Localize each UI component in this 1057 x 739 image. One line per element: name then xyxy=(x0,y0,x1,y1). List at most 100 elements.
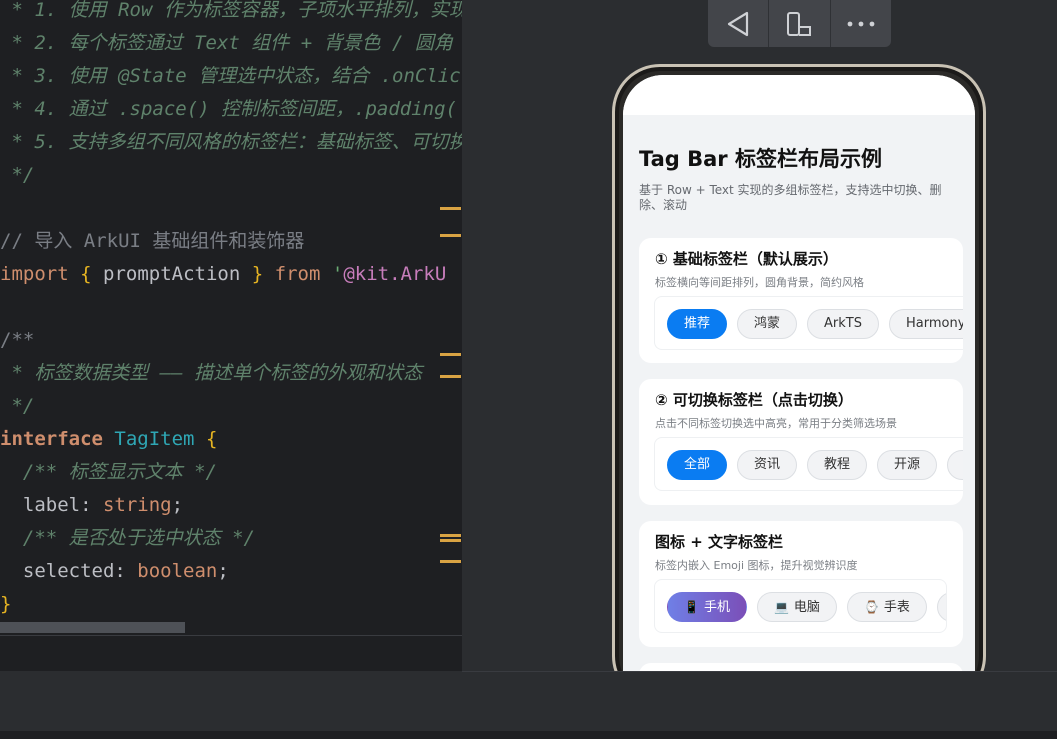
tag-more[interactable] xyxy=(936,592,946,622)
change-marker[interactable] xyxy=(440,560,461,563)
interface-name: TagItem xyxy=(114,428,195,450)
code-line-14: interface TagItem { xyxy=(0,423,217,456)
section-switch-tags: ② 可切换标签栏（点击切换） 点击不同标签切换选中高亮，常用于分类筛选场景 全部… xyxy=(639,379,963,505)
more-button[interactable] xyxy=(831,0,891,47)
device-preview-pane: Tag Bar 标签栏布局示例 基于 Row + Text 实现的多组标签栏，支… xyxy=(462,0,1057,671)
phone-icon: 📱 xyxy=(684,600,699,614)
section-basic-tags: ① 基础标签栏（默认展示） 标签横向等间距排列，圆角背景，简约风格 推荐 鸿蒙 … xyxy=(639,238,963,363)
phone-frame: Tag Bar 标签栏布局示例 基于 Row + Text 实现的多组标签栏，支… xyxy=(612,64,986,671)
code-line-19: } xyxy=(0,593,12,615)
page-subtitle: 基于 Row + Text 实现的多组标签栏，支持选中切换、删除、滚动 xyxy=(639,183,942,212)
back-button[interactable] xyxy=(708,0,770,47)
code-line-5: * 5. 支持多组不同风格的标签栏：基础标签、可切换 xyxy=(0,126,462,159)
tag-watch[interactable]: ⌚ 手表 xyxy=(846,592,927,622)
tag-recommend[interactable]: 推荐 xyxy=(667,309,728,339)
section-title: ① 基础标签栏（默认展示） xyxy=(655,250,838,268)
tag-news[interactable]: 资讯 xyxy=(737,450,798,480)
keyword-import: import xyxy=(0,263,69,285)
preview-footer xyxy=(462,671,1057,739)
tag-label: 手机 xyxy=(703,600,730,615)
section-desc: 标签内嵌入 Emoji 图标，提升视觉辨识度 xyxy=(655,559,858,572)
comment-prefix: * 4. xyxy=(0,98,58,120)
code-line-8: // 导入 ArkUI 基础组件和装饰器 xyxy=(0,230,305,252)
tag-label: 电脑 xyxy=(793,600,820,615)
code-line-6: */ xyxy=(0,164,35,186)
code-line-3: * 3. 使用 @State 管理选中状态，结合 .onClic xyxy=(0,60,461,93)
watch-icon: ⌚ xyxy=(863,600,879,614)
tag-harmonyos[interactable]: HarmonyOS xyxy=(889,309,963,339)
comment-text: 通过 .space() 控制标签间距，.padding( xyxy=(57,98,457,120)
comment-prefix: * 5. xyxy=(0,131,58,153)
editor-footer xyxy=(0,635,462,671)
change-marker[interactable] xyxy=(440,207,461,210)
tag-bar[interactable]: 📱 手机 💻 电脑 ⌚ 手表 xyxy=(654,579,947,633)
type-string: string xyxy=(102,494,172,516)
section-next xyxy=(639,663,963,671)
ide-bottom-panel xyxy=(0,671,462,739)
code-editor[interactable]: * 1. 使用 Row 作为标签容器，子项水平排列，实现 * 2. 每个标签通过… xyxy=(0,0,462,635)
tag-bar[interactable]: 全部 资讯 教程 开源 问 xyxy=(654,437,963,491)
keyword-from: from xyxy=(274,263,321,285)
comment-text: 支持多组不同风格的标签栏：基础标签、可切换 xyxy=(57,131,462,153)
code-line-11: /** xyxy=(0,329,35,351)
comment-prefix: * 1. xyxy=(0,0,58,21)
keyword-interface: interface xyxy=(0,428,103,450)
brace-close: } xyxy=(251,263,264,285)
triangle-left-icon xyxy=(728,11,749,36)
horizontal-scrollbar[interactable] xyxy=(0,622,185,633)
type-boolean: boolean xyxy=(137,560,218,582)
code-line-2: * 2. 每个标签通过 Text 组件 + 背景色 / 圆角 xyxy=(0,27,453,60)
section-title: 图标 + 文字标签栏 xyxy=(655,533,784,551)
tag-phone[interactable]: 📱 手机 xyxy=(667,592,747,622)
prop-selected: selected: xyxy=(0,560,126,582)
code-line-4: * 4. 通过 .space() 控制标签间距，.padding( xyxy=(0,93,457,126)
semicolon: ; xyxy=(217,560,229,582)
tag-hongmeng[interactable]: 鸿蒙 xyxy=(737,309,798,339)
comment-text: 使用 @State 管理选中状态，结合 .onClic xyxy=(57,65,461,87)
string-quote: ' xyxy=(331,263,344,285)
tag-label: 手表 xyxy=(883,600,910,615)
semicolon: ; xyxy=(171,494,184,516)
section-desc: 点击不同标签切换选中高亮，常用于分类筛选场景 xyxy=(655,417,897,430)
tag-all[interactable]: 全部 xyxy=(667,450,728,480)
comment-prefix: * 2. xyxy=(0,32,58,54)
preview-toolbar xyxy=(708,0,891,47)
comment-text: 每个标签通过 Text 组件 + 背景色 / 圆角 xyxy=(57,32,453,54)
laptop-icon: 💻 xyxy=(773,600,789,614)
device-rotate-icon xyxy=(787,11,812,36)
code-line-1: * 1. 使用 Row 作为标签容器，子项水平排列，实现 xyxy=(0,0,462,27)
section-icon-tags: 图标 + 文字标签栏 标签内嵌入 Emoji 图标，提升视觉辨识度 📱 手机 💻 电… xyxy=(639,521,963,647)
code-line-16: label: string; xyxy=(0,489,183,522)
tag-computer[interactable]: 💻 电脑 xyxy=(756,592,837,622)
import-name: promptAction xyxy=(103,263,241,285)
more-dots-icon xyxy=(847,21,875,26)
code-line-13: */ xyxy=(0,395,35,417)
change-marker[interactable] xyxy=(440,353,461,356)
code-line-15: /** 标签显示文本 */ xyxy=(0,461,217,483)
status-bar xyxy=(623,75,975,115)
comment-prefix: * 3. xyxy=(0,65,58,87)
brace-open: { xyxy=(205,428,218,450)
tag-bar[interactable]: 推荐 鸿蒙 ArkTS HarmonyOS xyxy=(654,296,963,350)
page-title: Tag Bar 标签栏布局示例 xyxy=(639,147,882,171)
code-line-18: selected: boolean; xyxy=(0,555,229,588)
change-marker[interactable] xyxy=(440,234,461,237)
code-line-12: * 标签数据类型 —— 描述单个标签的外观和状态 xyxy=(0,362,423,384)
tag-question[interactable]: 问 xyxy=(947,450,963,480)
tag-arkts[interactable]: ArkTS xyxy=(807,309,879,339)
import-module: @kit.ArkU xyxy=(343,263,447,285)
code-line-17: /** 是否处于选中状态 */ xyxy=(0,527,255,549)
phone-screen: Tag Bar 标签栏布局示例 基于 Row + Text 实现的多组标签栏，支… xyxy=(623,75,975,671)
change-marker[interactable] xyxy=(440,534,461,537)
comment-text: 使用 Row 作为标签容器，子项水平排列，实现 xyxy=(57,0,462,21)
change-marker[interactable] xyxy=(440,375,461,378)
tag-tutorial[interactable]: 教程 xyxy=(807,450,868,480)
section-desc: 标签横向等间距排列，圆角背景，简约风格 xyxy=(655,276,864,289)
change-marker[interactable] xyxy=(440,539,461,542)
section-title: ② 可切换标签栏（点击切换） xyxy=(655,391,853,409)
prop-label: label: xyxy=(0,494,92,516)
tag-opensource[interactable]: 开源 xyxy=(877,450,938,480)
code-line-9: import { promptAction } from '@kit.ArkU xyxy=(0,258,446,291)
rotate-device-button[interactable] xyxy=(769,0,831,47)
ide-status-strip xyxy=(0,731,1057,739)
